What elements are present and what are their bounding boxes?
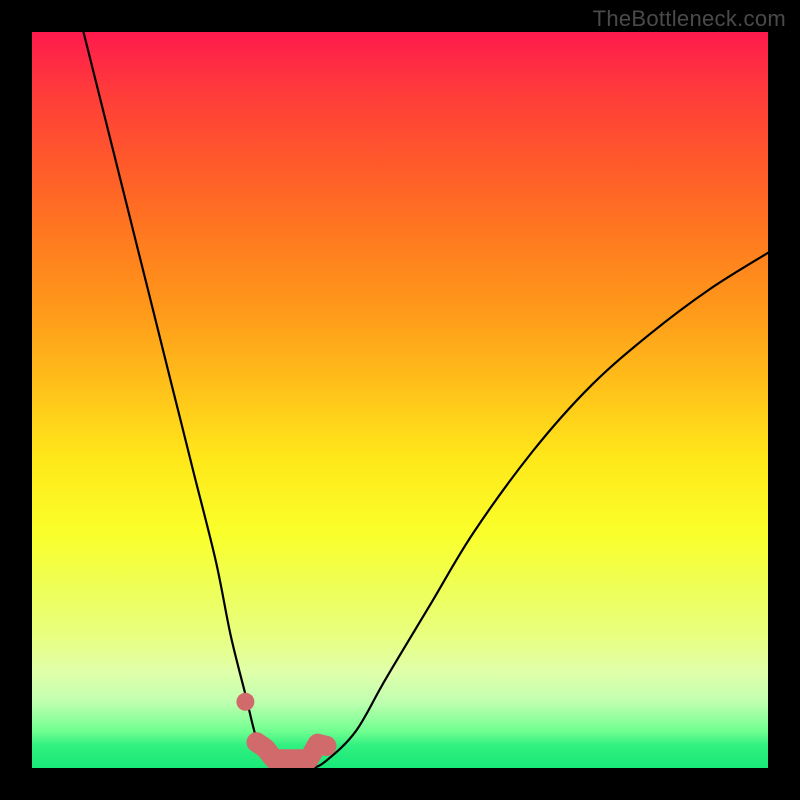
curve-line [84, 32, 769, 768]
trough-marker-dot [236, 693, 254, 711]
trough-markers [236, 693, 336, 759]
bottleneck-curve [84, 32, 769, 768]
chart-svg [32, 32, 768, 768]
chart-plot-area [32, 32, 768, 768]
chart-frame: TheBottleneck.com [0, 0, 800, 800]
trough-marker-end [316, 736, 336, 756]
trough-marker-band [257, 742, 327, 759]
watermark-text: TheBottleneck.com [593, 6, 786, 32]
